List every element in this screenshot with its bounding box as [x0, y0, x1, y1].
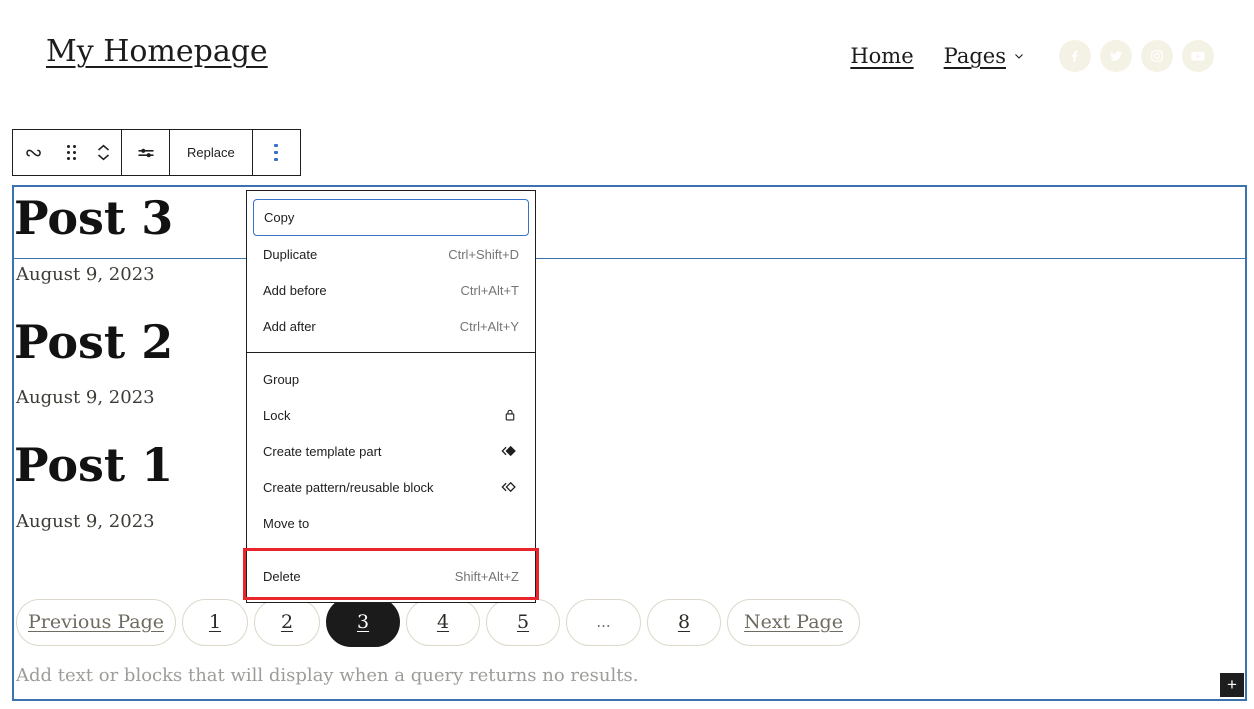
- menu-item-move-to[interactable]: Move to: [247, 505, 535, 541]
- move-up-icon[interactable]: [96, 143, 111, 152]
- toolbar-group-settings: [122, 130, 170, 175]
- move-down-icon[interactable]: [96, 153, 111, 162]
- pagination: Previous Page 1 2 3 4 5 ... 8 Next Page: [16, 597, 860, 647]
- toolbar-group-options: [253, 130, 300, 175]
- drag-handle-icon[interactable]: [57, 130, 85, 175]
- page-2-label: 2: [281, 611, 293, 633]
- nav-item-home[interactable]: Home: [850, 44, 913, 68]
- menu-separator: [247, 549, 535, 550]
- toolbar-group-replace: Replace: [170, 130, 253, 175]
- menu-separator: [247, 352, 535, 353]
- page-5-label: 5: [517, 611, 529, 633]
- block-mover: [85, 143, 121, 162]
- nav-item-pages[interactable]: Pages: [944, 44, 1025, 68]
- menu-item-add-after[interactable]: Add after Ctrl+Alt+Y: [247, 308, 535, 344]
- nav-home-label: Home: [850, 44, 913, 68]
- instagram-icon[interactable]: [1141, 40, 1173, 72]
- add-before-shortcut: Ctrl+Alt+T: [460, 283, 519, 298]
- menu-item-group[interactable]: Group: [247, 361, 535, 397]
- settings-sliders-icon[interactable]: [122, 130, 169, 175]
- delete-label: Delete: [263, 569, 301, 584]
- menu-item-add-before[interactable]: Add before Ctrl+Alt+T: [247, 272, 535, 308]
- page-number-4[interactable]: 4: [406, 599, 480, 646]
- post-title[interactable]: Post 2: [14, 317, 173, 368]
- page-number-8[interactable]: 8: [647, 599, 721, 646]
- menu-item-duplicate[interactable]: Duplicate Ctrl+Shift+D: [247, 236, 535, 272]
- block-appender-plus-button[interactable]: +: [1220, 673, 1244, 697]
- query-loop-block[interactable]: Post 3 August 9, 2023 Post 2 August 9, 2…: [12, 185, 1247, 701]
- post-date[interactable]: August 9, 2023: [16, 387, 155, 408]
- add-after-label: Add after: [263, 319, 316, 334]
- lock-label: Lock: [263, 408, 290, 423]
- template-part-icon: [499, 441, 519, 461]
- delete-shortcut: Shift+Alt+Z: [455, 569, 519, 584]
- page-1-label: 1: [209, 611, 221, 633]
- post-title[interactable]: Post 3: [14, 193, 173, 244]
- add-after-shortcut: Ctrl+Alt+Y: [460, 319, 519, 334]
- post-title-block-outline: [12, 185, 1247, 259]
- next-page-button[interactable]: Next Page: [727, 599, 860, 646]
- query-loop-block-icon[interactable]: [13, 130, 57, 175]
- menu-item-lock[interactable]: Lock: [247, 397, 535, 433]
- block-toolbar: Replace: [12, 129, 301, 176]
- menu-item-create-pattern[interactable]: Create pattern/reusable block: [247, 469, 535, 505]
- duplicate-shortcut: Ctrl+Shift+D: [448, 247, 519, 262]
- reusable-block-icon: [499, 477, 519, 497]
- page-number-5[interactable]: 5: [486, 599, 560, 646]
- page-number-2[interactable]: 2: [254, 599, 320, 646]
- block-options-menu: Copy Duplicate Ctrl+Shift+D Add before C…: [246, 190, 536, 603]
- youtube-icon[interactable]: [1182, 40, 1214, 72]
- post-title[interactable]: Post 1: [14, 440, 173, 491]
- ellipsis-label: ...: [596, 613, 610, 631]
- create-pattern-label: Create pattern/reusable block: [263, 480, 434, 495]
- site-title-link[interactable]: My Homepage: [46, 34, 268, 69]
- page-8-label: 8: [678, 611, 690, 633]
- duplicate-label: Duplicate: [263, 247, 317, 262]
- page-number-3-current[interactable]: 3: [326, 597, 400, 647]
- post-date[interactable]: August 9, 2023: [16, 264, 155, 285]
- copy-label: Copy: [264, 210, 294, 225]
- page-4-label: 4: [437, 611, 449, 633]
- chevron-down-icon: [1013, 50, 1025, 62]
- page-3-label: 3: [357, 611, 369, 633]
- next-page-label: Next Page: [744, 611, 843, 633]
- no-results-placeholder[interactable]: Add text or blocks that will display whe…: [16, 665, 1215, 686]
- page-ellipsis: ...: [566, 599, 641, 646]
- facebook-icon[interactable]: [1059, 40, 1091, 72]
- post-date[interactable]: August 9, 2023: [16, 511, 155, 532]
- options-ellipsis-icon[interactable]: [253, 130, 300, 175]
- social-links: [1059, 40, 1214, 72]
- nav-pages-label: Pages: [944, 44, 1006, 68]
- replace-button[interactable]: Replace: [170, 130, 252, 175]
- previous-page-button[interactable]: Previous Page: [16, 599, 176, 646]
- add-before-label: Add before: [263, 283, 327, 298]
- menu-item-copy[interactable]: Copy: [253, 199, 529, 236]
- move-to-label: Move to: [263, 516, 309, 531]
- menu-item-delete[interactable]: Delete Shift+Alt+Z: [247, 558, 535, 594]
- header-nav: Home Pages: [850, 38, 1214, 74]
- twitter-icon[interactable]: [1100, 40, 1132, 72]
- lock-icon: [501, 406, 519, 424]
- toolbar-group-block: [13, 130, 122, 175]
- group-label: Group: [263, 372, 299, 387]
- page-number-1[interactable]: 1: [182, 599, 248, 646]
- previous-page-label: Previous Page: [28, 611, 164, 633]
- menu-item-create-template-part[interactable]: Create template part: [247, 433, 535, 469]
- create-template-part-label: Create template part: [263, 444, 382, 459]
